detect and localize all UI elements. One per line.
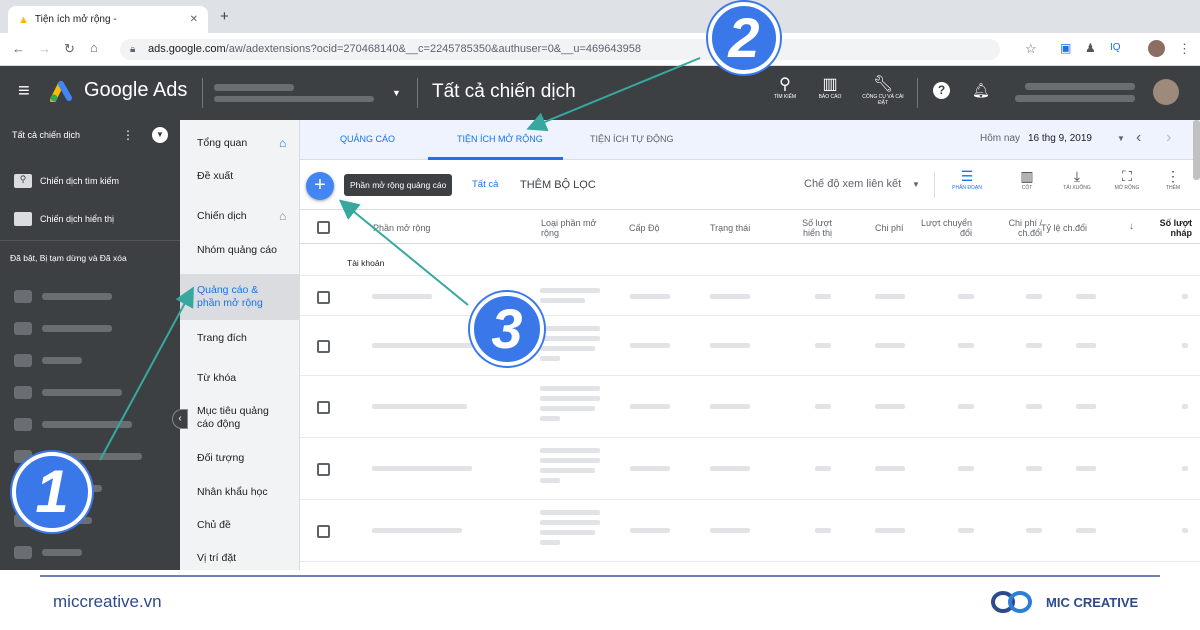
footer-divider [40,575,1160,577]
callout-2: 2 [708,2,780,74]
arrow-3 [338,199,469,306]
mic-creative-logo-icon [990,588,1034,616]
footer-website[interactable]: miccreative.vn [53,592,162,612]
callout-1: 1 [12,452,92,532]
footer-brand: MIC CREATIVE [1046,595,1139,610]
arrow-1 [99,286,194,461]
arrow-2 [526,57,701,132]
annotation-arrows [99,57,701,461]
callout-3: 3 [470,292,544,366]
